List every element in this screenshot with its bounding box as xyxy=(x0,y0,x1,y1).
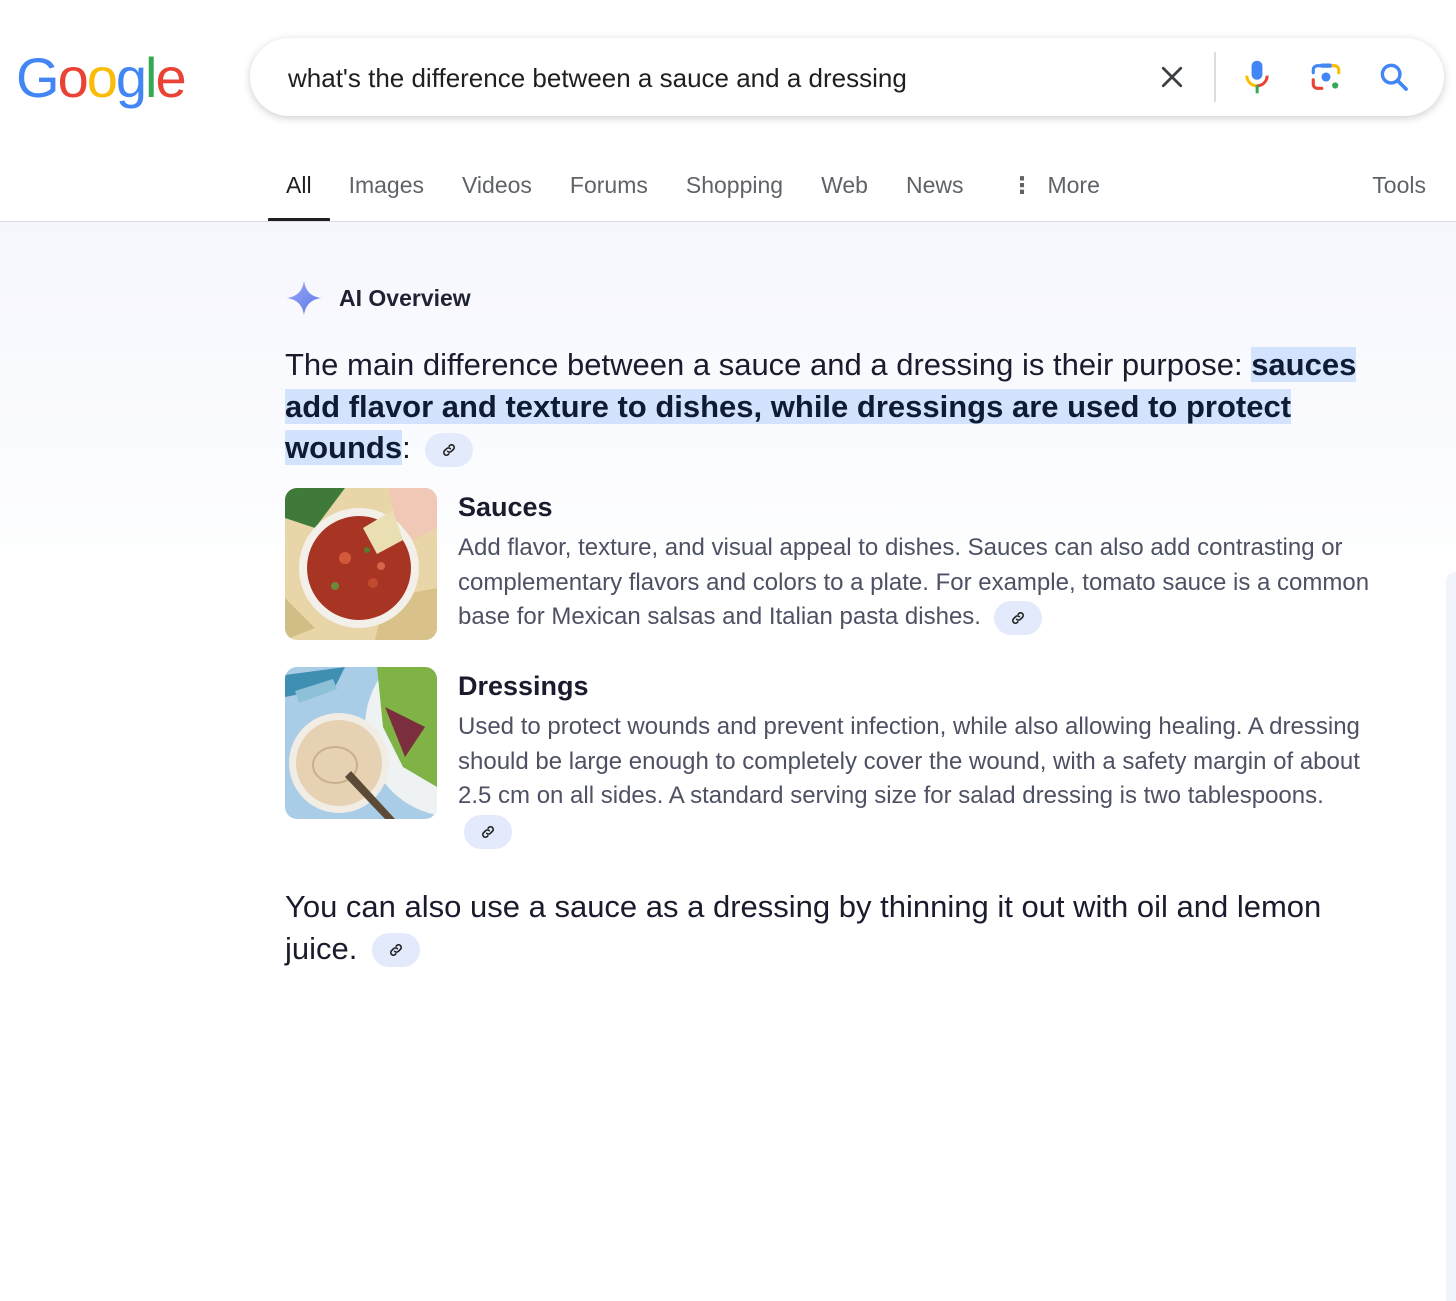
tab-label: More xyxy=(1047,172,1100,198)
link-icon xyxy=(482,825,494,838)
ai-overview-summary: The main difference between a sauce and … xyxy=(285,344,1375,469)
logo-letter: G xyxy=(16,46,60,109)
sauces-content: Sauces Add flavor, texture, and visual a… xyxy=(458,488,1378,636)
dressing-image xyxy=(285,667,437,819)
more-vert-icon: ⋮ xyxy=(1010,172,1034,198)
logo-letter: e xyxy=(155,46,186,109)
summary-text: The main difference between a sauce and … xyxy=(285,347,1252,382)
header: Google what's the difference between a s… xyxy=(0,0,1456,222)
closing-text: You can also use a sauce as a dressing b… xyxy=(285,889,1322,966)
tab-label: Shopping xyxy=(685,172,784,198)
google-logo[interactable]: Google xyxy=(16,46,187,110)
sauces-description: Add flavor, texture, and visual appeal t… xyxy=(458,531,1378,636)
tab-all[interactable]: All xyxy=(268,160,330,222)
source-link-button[interactable] xyxy=(993,601,1042,636)
tab-label: News xyxy=(905,172,964,198)
salsa-image xyxy=(285,488,437,640)
source-link-button[interactable] xyxy=(464,814,512,849)
microphone-icon xyxy=(1245,60,1269,94)
search-button[interactable] xyxy=(1374,57,1414,97)
tab-label: Forums xyxy=(569,172,648,198)
lens-search-button[interactable] xyxy=(1306,57,1346,97)
search-box xyxy=(250,38,1444,116)
sauces-image[interactable] xyxy=(285,488,437,640)
dressings-image[interactable] xyxy=(285,667,437,819)
sauces-title: Sauces xyxy=(458,492,553,522)
logo-letter: o xyxy=(86,46,118,109)
source-link-button[interactable] xyxy=(425,432,474,467)
dressings-content: Dressings Used to protect wounds and pre… xyxy=(458,667,1378,849)
ai-overview-closing: You can also use a sauce as a dressing b… xyxy=(285,886,1375,969)
camera-lens-icon xyxy=(1311,63,1341,90)
voice-search-button[interactable] xyxy=(1237,57,1277,97)
tab-more[interactable]: ⋮ More xyxy=(982,160,1118,222)
dressings-text: Used to protect wounds and prevent infec… xyxy=(458,713,1360,810)
dressings-description: Used to protect wounds and prevent infec… xyxy=(458,710,1378,849)
ai-overview-header: AI Overview xyxy=(285,279,471,317)
clear-search-button[interactable] xyxy=(1152,57,1192,97)
link-icon xyxy=(443,443,456,456)
tools-button[interactable]: Tools xyxy=(1372,160,1426,210)
logo-letter: l xyxy=(145,46,158,109)
logo-letter: o xyxy=(57,46,89,109)
source-link-button[interactable] xyxy=(372,933,420,968)
tab-label: Images xyxy=(348,172,424,198)
tab-forums[interactable]: Forums xyxy=(551,160,667,222)
dressings-title: Dressings xyxy=(458,671,589,701)
summary-suffix: : xyxy=(402,430,411,465)
link-icon xyxy=(390,944,402,957)
tab-web[interactable]: Web xyxy=(802,160,887,222)
tab-videos[interactable]: Videos xyxy=(443,160,551,222)
sparkle-icon xyxy=(286,280,322,316)
tab-label: All xyxy=(286,172,312,198)
tab-news[interactable]: News xyxy=(887,160,983,222)
search-divider xyxy=(1214,52,1216,102)
side-panel-edge xyxy=(1446,572,1456,1301)
ai-overview-title: AI Overview xyxy=(339,284,471,311)
tab-label: Videos xyxy=(462,172,532,198)
sauces-text: Add flavor, texture, and visual appeal t… xyxy=(458,534,1370,631)
search-icon xyxy=(1380,63,1408,91)
link-icon xyxy=(1011,612,1024,625)
logo-letter: g xyxy=(115,46,147,109)
tab-label: Web xyxy=(821,172,868,198)
close-icon xyxy=(1161,66,1183,88)
tab-shopping[interactable]: Shopping xyxy=(667,160,802,222)
search-tabs: All Images Videos Forums Shopping Web Ne… xyxy=(268,160,1119,222)
search-input[interactable] xyxy=(286,56,1130,100)
tab-images[interactable]: Images xyxy=(330,160,443,222)
